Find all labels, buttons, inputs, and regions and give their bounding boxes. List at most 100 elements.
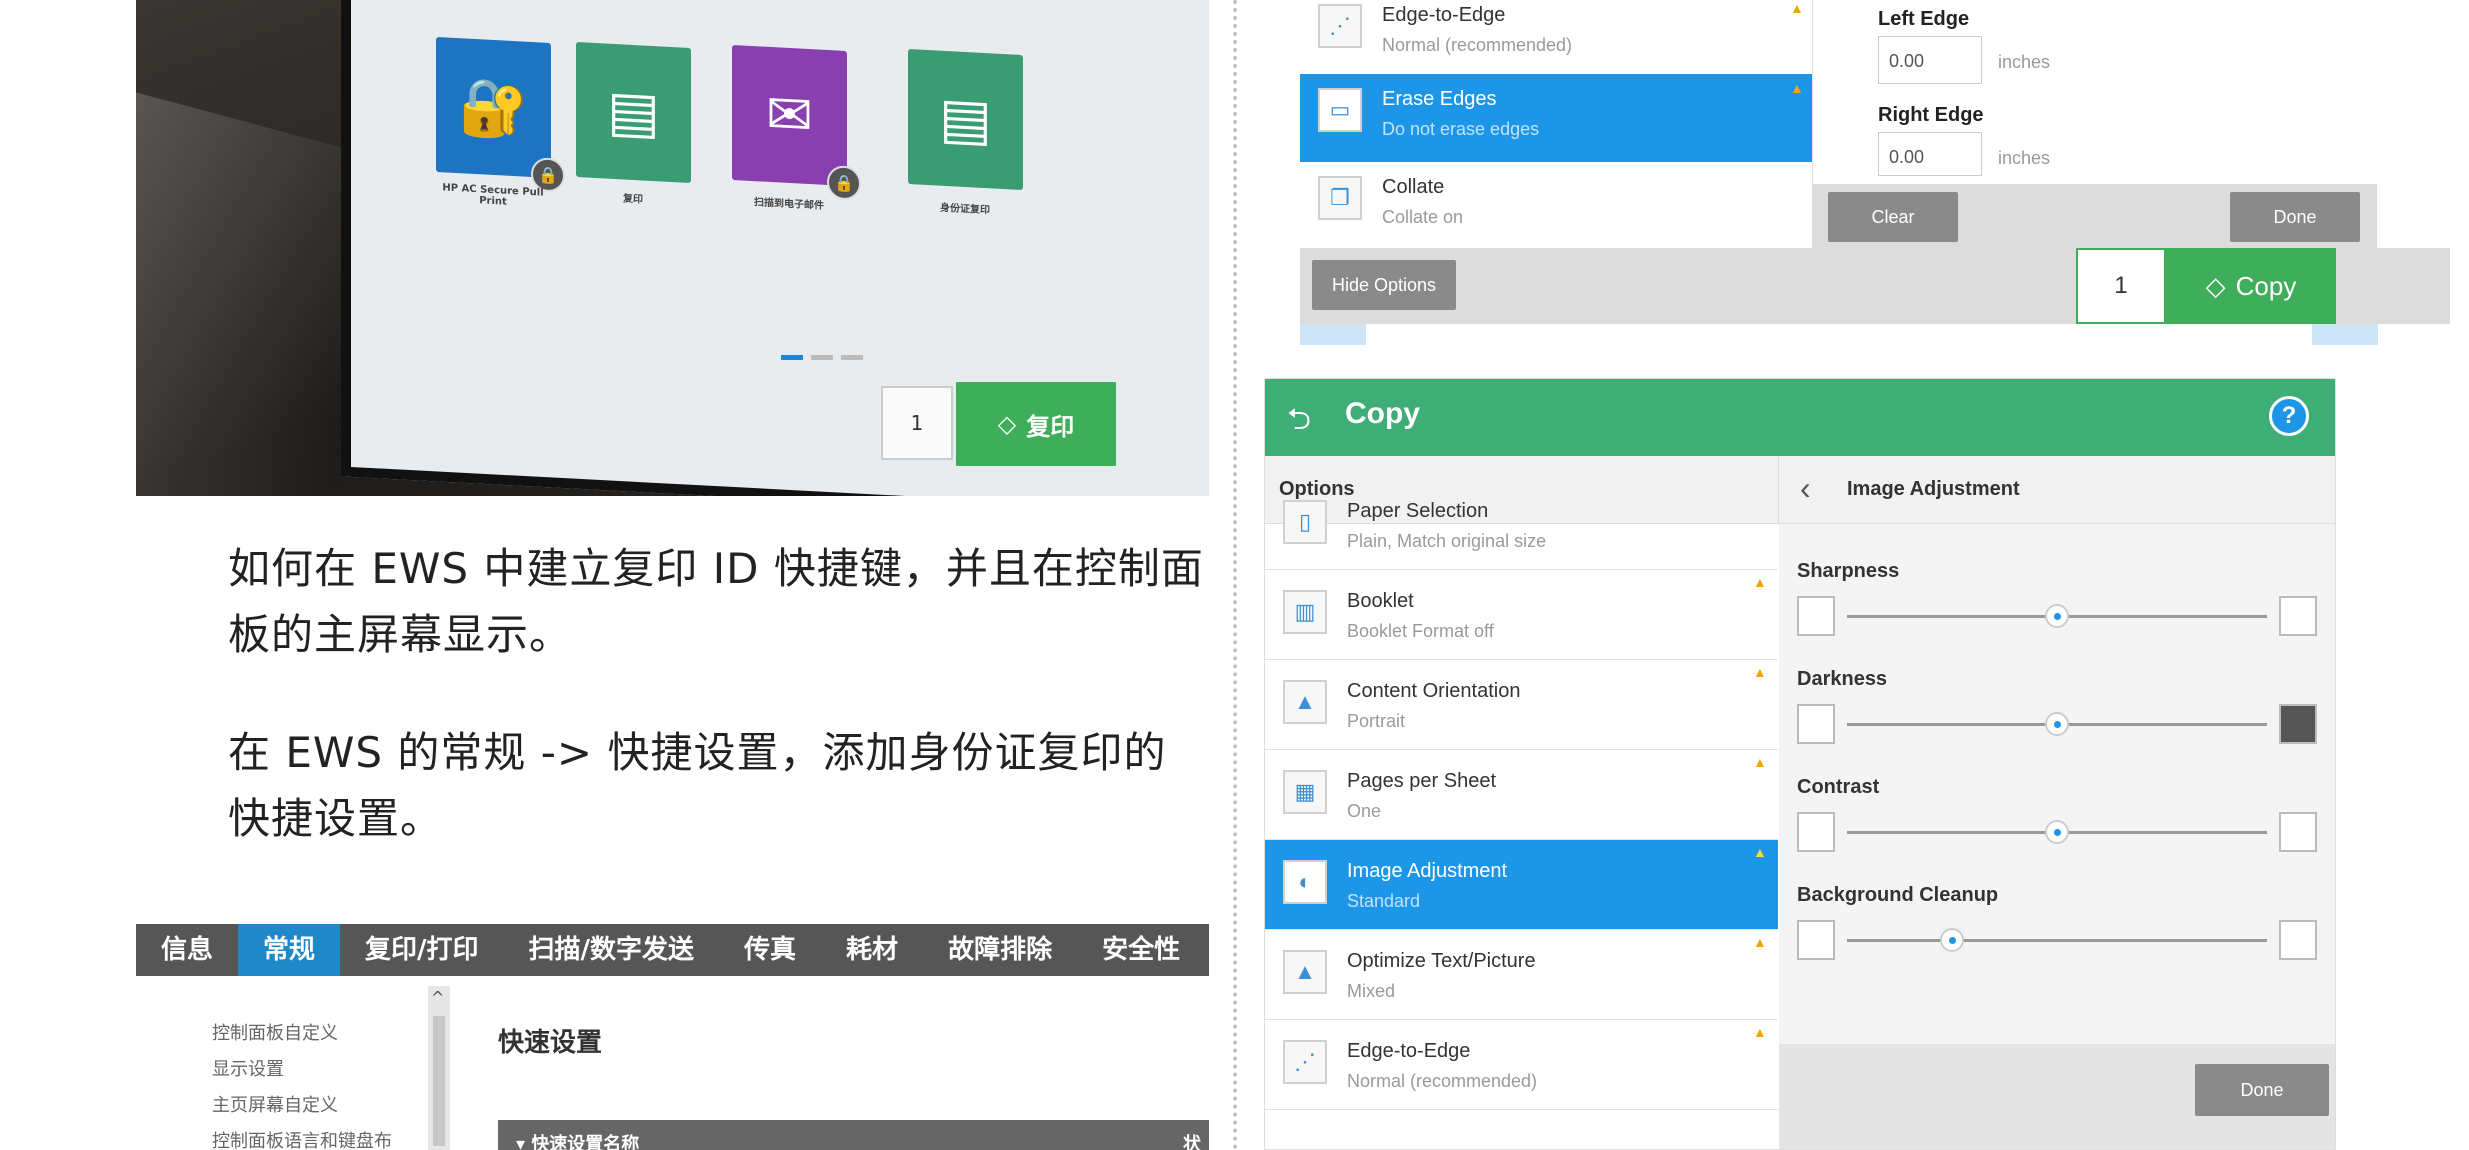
right-edge-input[interactable]: 0.00 xyxy=(1878,132,1982,176)
unit-label: inches xyxy=(1998,52,2051,72)
options-list: ▯ Paper Selection Plain, Match original s… xyxy=(1265,500,1778,1149)
tile-scan-to-email[interactable]: ✉ 🔒 xyxy=(732,44,861,201)
option-booklet[interactable]: ▥ Booklet Booklet Format off xyxy=(1265,570,1778,660)
image-low-icon xyxy=(1797,596,1835,636)
tile-copy[interactable]: ▤ xyxy=(576,41,691,184)
slider-knob[interactable] xyxy=(1940,928,1964,952)
option-title: Collate xyxy=(1382,176,1445,198)
option-title: Booklet xyxy=(1347,590,1414,612)
option-subtitle: Normal (recommended) xyxy=(1382,35,1573,55)
option-subtitle: Plain, Match original size xyxy=(1347,531,1547,551)
option-title: Optimize Text/Picture xyxy=(1347,950,1536,972)
tab-general[interactable]: 常规 xyxy=(238,924,341,976)
image-light-icon xyxy=(1797,704,1835,744)
unit-label: inches xyxy=(1998,148,2051,168)
sharpness-slider[interactable] xyxy=(1797,596,2317,636)
option-subtitle: Do not erase edges xyxy=(1382,119,1540,139)
option-title: Image Adjustment xyxy=(1347,860,1508,882)
copy-icon: ▤ xyxy=(607,78,660,147)
tab-info[interactable]: 信息 xyxy=(136,924,238,976)
copy-count[interactable]: 1 xyxy=(2076,248,2166,324)
copy-button-label: 复印 xyxy=(1026,412,1075,441)
tab-security[interactable]: 安全性 xyxy=(1077,924,1205,976)
erase-edges-panel: ⋰ Edge-to-Edge Normal (recommended) ▲ ▭ E… xyxy=(1264,0,2450,345)
scroll-left-icon[interactable] xyxy=(1300,324,1366,345)
scroll-right-icon[interactable] xyxy=(2312,324,2378,345)
option-optimize-text-picture[interactable]: ▲ Optimize Text/Picture Mixed xyxy=(1265,930,1778,1020)
options-list: ⋰ Edge-to-Edge Normal (recommended) ▲ ▭ E… xyxy=(1300,0,1812,248)
tab-supplies[interactable]: 耗材 xyxy=(821,924,923,976)
option-title: Edge-to-Edge xyxy=(1347,1040,1471,1062)
column-header-status: 状 xyxy=(1183,1134,1201,1150)
option-collate[interactable]: ❐ Collate Collate on xyxy=(1300,162,1812,248)
sharpness-label: Sharpness xyxy=(1797,560,1900,582)
left-edge-input[interactable]: 0.00 xyxy=(1878,36,1982,84)
option-edge-to-edge[interactable]: ⋰ Edge-to-Edge Normal (recommended) xyxy=(1265,1020,1778,1110)
option-subtitle: Normal (recommended) xyxy=(1347,1071,1538,1091)
erase-edges-icon: ▭ xyxy=(1318,88,1362,132)
tab-fax[interactable]: 传真 xyxy=(719,924,821,976)
left-edge-label: Left Edge xyxy=(1878,8,1970,30)
image-high-icon xyxy=(2279,596,2317,636)
collapse-icon[interactable]: ▾ xyxy=(516,1134,531,1150)
clear-button[interactable]: Clear xyxy=(1828,192,1958,242)
pages-per-sheet-icon: ▦ xyxy=(1283,770,1327,814)
sidebar-scrollbar[interactable]: ^ xyxy=(428,986,450,1150)
tab-copy-print[interactable]: 复印/打印 xyxy=(340,924,504,976)
paragraph-1-text: 如何在 EWS 中建立复印 ID 快捷键，并且在控制面板的主屏幕显示。 xyxy=(228,544,1204,659)
tab-troubleshooting[interactable]: 故障排除 xyxy=(923,924,1077,976)
contrast-slider[interactable] xyxy=(1797,812,2317,852)
printer-photo: ⌂ 🔐 🔒 HP AC Secure Pull Print ▤ 复印 ✉ 🔒 扫… xyxy=(136,0,1209,496)
darkness-slider[interactable] xyxy=(1797,704,2317,744)
sidebar-item[interactable]: 主页屏幕自定义 xyxy=(212,1088,392,1124)
copy-button[interactable]: ◇ Copy xyxy=(2166,248,2336,324)
start-icon: ◇ xyxy=(997,410,1017,438)
option-image-adjustment[interactable]: ◐ Image Adjustment Standard xyxy=(1265,840,1778,930)
detail-button-bar: Done xyxy=(1779,1044,2335,1149)
right-edge-label: Right Edge xyxy=(1878,104,1984,126)
sidebar-item[interactable]: 控制面板自定义 xyxy=(212,1016,392,1052)
darkness-label: Darkness xyxy=(1797,668,1888,690)
tile-secure-pull-print[interactable]: 🔐 🔒 xyxy=(436,36,565,193)
id-copy-icon: ▤ xyxy=(939,85,992,154)
slider-knob[interactable] xyxy=(2045,604,2069,628)
option-pages-per-sheet[interactable]: ▦ Pages per Sheet One xyxy=(1265,750,1778,840)
slider-knob[interactable] xyxy=(2045,820,2069,844)
detail-title: Image Adjustment xyxy=(1847,478,2020,500)
paragraph-2: 在 EWS 的常规 -> 快捷设置，添加身份证复印的快捷设置。 xyxy=(136,720,1209,852)
ews-screenshot: 信息 常规 复印/打印 扫描/数字发送 传真 耗材 故障排除 安全性 控制面板自… xyxy=(136,924,1209,1150)
sidebar-item[interactable]: 显示设置 xyxy=(212,1052,392,1088)
tab-scan[interactable]: 扫描/数字发送 xyxy=(504,924,720,976)
chevron-left-icon[interactable]: ‹ xyxy=(1800,470,1811,507)
lock-key-icon: 🔐 xyxy=(458,73,529,143)
option-erase-edges[interactable]: ▭ Erase Edges Do not erase edges xyxy=(1300,74,1812,162)
warning-icon: ▲ xyxy=(1753,664,1767,680)
chevron-up-icon[interactable]: ^ xyxy=(431,988,444,1007)
option-content-orientation[interactable]: ▲ Content Orientation Portrait xyxy=(1265,660,1778,750)
optimize-icon: ▲ xyxy=(1283,950,1327,994)
option-paper-selection[interactable]: ▯ Paper Selection Plain, Match original s… xyxy=(1265,480,1778,570)
option-edge-to-edge[interactable]: ⋰ Edge-to-Edge Normal (recommended) xyxy=(1300,0,1812,74)
background-cleanup-slider[interactable] xyxy=(1797,920,2317,960)
copy-button[interactable]: ◇ 复印 xyxy=(956,382,1116,466)
orientation-icon: ▲ xyxy=(1283,680,1327,724)
hide-options-button[interactable]: Hide Options xyxy=(1312,260,1456,310)
warning-icon: ▲ xyxy=(1790,80,1804,96)
ews-sidebar: 控制面板自定义 显示设置 主页屏幕自定义 控制面板语言和键盘布 xyxy=(212,1016,392,1150)
bottom-action-bar: Hide Options 1 ◇ Copy xyxy=(1300,248,2450,324)
slider-knob[interactable] xyxy=(2045,712,2069,736)
page-title: 快速设置 xyxy=(498,1028,603,1058)
option-title: Paper Selection xyxy=(1347,500,1489,522)
back-icon[interactable]: ⮌ xyxy=(1287,397,1311,448)
done-button[interactable]: Done xyxy=(2195,1064,2329,1116)
copy-count[interactable]: 1 xyxy=(881,386,953,460)
help-icon[interactable]: ? xyxy=(2269,396,2309,436)
image-adjustment-icon: ◐ xyxy=(1283,860,1327,904)
done-button[interactable]: Done xyxy=(2230,192,2360,242)
paragraph-1: 如何在 EWS 中建立复印 ID 快捷键，并且在控制面板的主屏幕显示。 xyxy=(136,536,1209,668)
contrast-label: Contrast xyxy=(1797,776,1880,798)
tile-id-copy[interactable]: ▤ xyxy=(908,48,1023,191)
page-icon xyxy=(1797,920,1835,960)
option-subtitle: Standard xyxy=(1347,891,1421,911)
sidebar-item[interactable]: 控制面板语言和键盘布 xyxy=(212,1124,392,1150)
